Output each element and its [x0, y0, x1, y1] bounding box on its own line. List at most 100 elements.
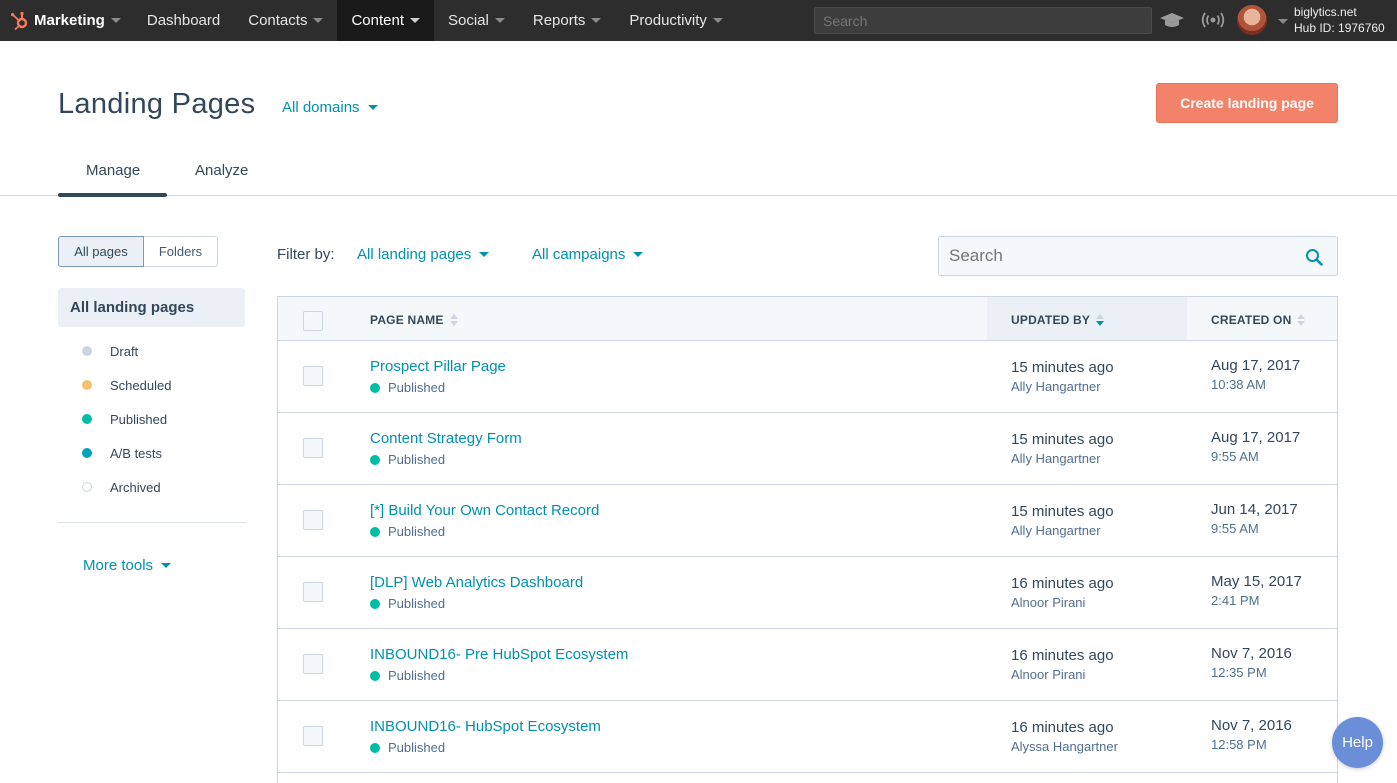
domains-dropdown[interactable]: All domains — [282, 99, 378, 116]
column-label: PAGE NAME — [370, 313, 444, 327]
nav-item-label: Contacts — [248, 12, 308, 29]
sort-icon — [449, 314, 458, 326]
filter-label: Filter by: — [277, 246, 335, 263]
updated-by-name: Ally Hangartner — [1011, 379, 1101, 394]
sidebar-item-all-landing-pages[interactable]: All landing pages — [58, 288, 245, 327]
chevron-down-icon — [313, 18, 324, 23]
table-row: [*] Build Your Own Contact Record Publish… — [278, 485, 1337, 557]
row-checkbox[interactable] — [303, 366, 323, 386]
column-header-updated-by[interactable]: UPDATED BY — [1011, 313, 1105, 327]
help-button[interactable]: Help — [1332, 717, 1383, 768]
nav-item-label: Dashboard — [146, 12, 221, 29]
select-all-checkbox[interactable] — [303, 311, 323, 331]
search-input[interactable] — [938, 236, 1338, 276]
account-info[interactable]: biglytics.net Hub ID: 1976760 — [1294, 4, 1385, 36]
status-badge: Published — [370, 380, 445, 395]
nav-item-content[interactable]: Content — [337, 0, 434, 41]
tab-analyze[interactable]: Analyze — [195, 162, 248, 179]
landing-pages-table: PAGE NAME UPDATED BY CREATED ON Prospect… — [277, 296, 1338, 783]
all-pages-toggle[interactable]: All pages — [58, 236, 144, 267]
chevron-down-icon — [367, 105, 378, 110]
more-tools-label: More tools — [83, 557, 154, 574]
row-checkbox[interactable] — [303, 726, 323, 746]
column-header-created-on[interactable]: CREATED ON — [1211, 313, 1306, 327]
page-name-link[interactable]: INBOUND16- Pre HubSpot Ecosystem — [370, 646, 628, 663]
status-dot-icon — [82, 482, 92, 492]
nav-item-social[interactable]: Social — [434, 0, 519, 41]
updated-by-name: Alyssa Hangartner — [1011, 739, 1118, 754]
status-label: Published — [388, 596, 446, 611]
sidebar-item-draft[interactable]: Draft — [82, 334, 171, 368]
created-time: 9:55 AM — [1211, 449, 1259, 464]
nav-item-productivity[interactable]: Productivity — [615, 0, 737, 41]
graduation-cap-icon[interactable] — [1160, 9, 1184, 31]
table-row: INBOUND16- Pre HubSpot Ecosystem Publishe… — [278, 629, 1337, 701]
chevron-down-icon — [633, 252, 644, 257]
campaigns-filter-label: All campaigns — [532, 246, 626, 263]
chevron-down-icon — [161, 563, 172, 568]
status-label: Published — [388, 380, 446, 395]
active-tab-indicator — [58, 193, 167, 197]
updated-time: 16 minutes ago — [1011, 575, 1114, 592]
chevron-down-icon — [712, 18, 723, 23]
updated-by-name: Alnoor Pirani — [1011, 667, 1086, 682]
status-dot-icon — [82, 380, 92, 390]
page-name-link[interactable]: [DLP] Web Analytics Dashboard — [370, 574, 583, 591]
nav-item-contacts[interactable]: Contacts — [234, 0, 337, 41]
sidebar-item-label: Published — [110, 411, 168, 427]
search-icon[interactable] — [1305, 248, 1323, 266]
create-landing-page-button[interactable]: Create landing page — [1156, 83, 1338, 123]
folders-toggle[interactable]: Folders — [144, 236, 218, 267]
nav-item-label: Social — [448, 12, 489, 29]
sidebar-item-published[interactable]: Published — [82, 402, 171, 436]
campaigns-filter-dropdown[interactable]: All campaigns — [532, 246, 644, 263]
sidebar-item-scheduled[interactable]: Scheduled — [82, 368, 171, 402]
chevron-down-icon — [410, 18, 420, 23]
page-name-link[interactable]: INBOUND16- HubSpot Ecosystem — [370, 718, 601, 735]
brand-menu[interactable]: Marketing — [0, 0, 133, 41]
status-badge: Published — [370, 596, 445, 611]
status-label: Published — [388, 668, 446, 683]
updated-time: 15 minutes ago — [1011, 359, 1114, 376]
tabs: Manage Analyze — [0, 150, 1397, 197]
row-checkbox[interactable] — [303, 438, 323, 458]
column-label: CREATED ON — [1211, 313, 1292, 327]
view-toggle: All pages Folders — [58, 236, 218, 267]
status-badge: Published — [370, 668, 445, 683]
created-date: Aug 17, 2017 — [1211, 357, 1301, 374]
status-dot-icon — [82, 346, 92, 356]
sidebar-item-archived[interactable]: Archived — [82, 470, 171, 504]
sidebar-item-a-b-tests[interactable]: A/B tests — [82, 436, 171, 470]
nav-item-reports[interactable]: Reports — [519, 0, 616, 41]
row-checkbox[interactable] — [303, 654, 323, 674]
landing-pages-filter-dropdown[interactable]: All landing pages — [357, 246, 490, 263]
broadcast-icon[interactable] — [1201, 9, 1225, 31]
created-date: Nov 7, 2016 — [1211, 717, 1292, 734]
row-checkbox[interactable] — [303, 510, 323, 530]
sort-descending-icon — [1096, 314, 1105, 326]
more-tools-dropdown[interactable]: More tools — [83, 557, 172, 574]
status-dot-icon — [82, 448, 92, 458]
status-badge: Published — [370, 452, 445, 467]
row-checkbox[interactable] — [303, 582, 323, 602]
chevron-down-icon — [479, 252, 490, 257]
tab-manage[interactable]: Manage — [86, 162, 140, 179]
brand-label: Marketing — [34, 12, 105, 29]
created-date: Jun 14, 2017 — [1211, 501, 1298, 518]
updated-time: 15 minutes ago — [1011, 503, 1114, 520]
column-header-page-name[interactable]: PAGE NAME — [370, 313, 458, 327]
chevron-down-icon[interactable] — [1278, 19, 1288, 24]
avatar[interactable] — [1237, 5, 1267, 35]
chevron-down-icon — [110, 18, 121, 23]
page-name-link[interactable]: Content Strategy Form — [370, 430, 522, 447]
updated-by-name: Alnoor Pirani — [1011, 595, 1086, 610]
status-dot-icon — [82, 414, 92, 424]
page-name-link[interactable]: Prospect Pillar Page — [370, 358, 506, 375]
table-header: PAGE NAME UPDATED BY CREATED ON — [278, 297, 1337, 341]
sidebar-item-label: A/B tests — [110, 445, 163, 461]
global-search-input[interactable] — [814, 7, 1152, 34]
nav-item-dashboard[interactable]: Dashboard — [133, 0, 234, 41]
page-name-link[interactable]: [*] Build Your Own Contact Record — [370, 502, 599, 519]
nav-item-label: Productivity — [629, 12, 707, 29]
published-dot-icon — [370, 598, 380, 609]
